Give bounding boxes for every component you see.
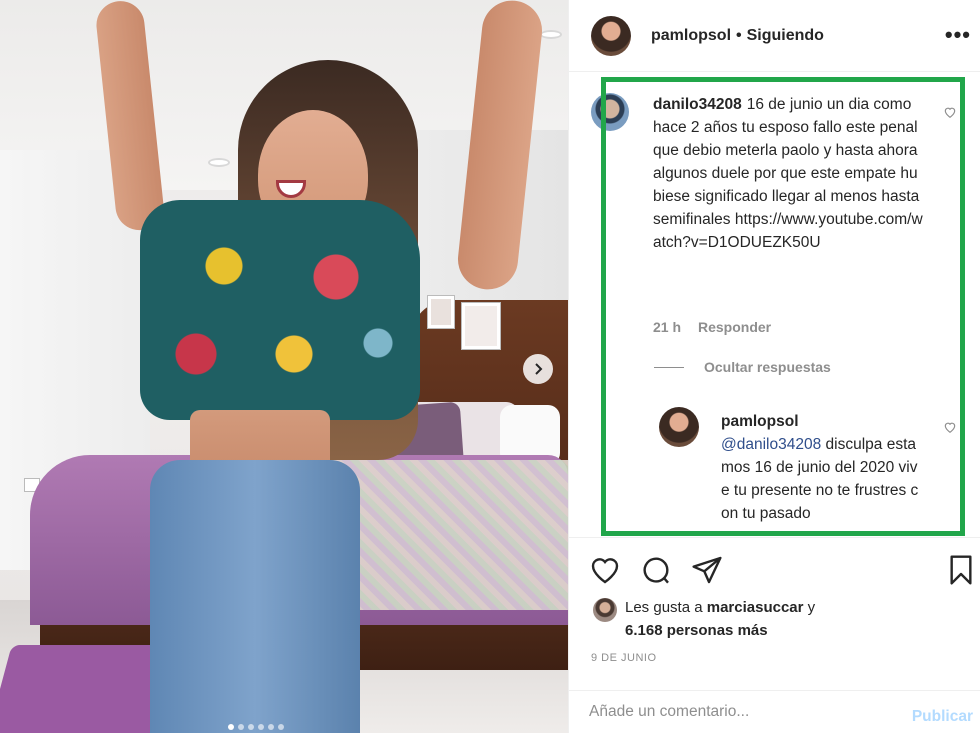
carousel-next-button[interactable]: [523, 354, 553, 384]
likes-connector: y: [807, 599, 816, 616]
header-separator: •: [736, 26, 742, 44]
reply-username[interactable]: pamlopsol: [721, 410, 921, 433]
post-date[interactable]: 9 DE JUNIO: [591, 652, 657, 664]
avatar[interactable]: [591, 15, 631, 56]
photo-frame: [428, 296, 454, 328]
post-side-panel: pamlopsol • Siguiendo ••• danilo34208 16 …: [568, 0, 980, 733]
avatar[interactable]: [591, 93, 629, 131]
comment-timestamp: 21 h: [653, 319, 682, 335]
ceiling-light: [540, 30, 562, 39]
carousel-dot[interactable]: [268, 724, 274, 730]
comment-input[interactable]: [589, 703, 889, 721]
chevron-right-icon: [535, 363, 543, 375]
avatar[interactable]: [593, 598, 617, 622]
add-comment-bar: Publicar: [569, 690, 980, 733]
likes-summary: Les gusta a marciasuccar y 6.168 persona…: [593, 596, 815, 642]
carousel-dot[interactable]: [228, 724, 234, 730]
comment-item: [591, 93, 629, 131]
reply-body: pamlopsol @danilo34208 disculpa estamos …: [721, 410, 926, 525]
avatar[interactable]: [659, 407, 699, 447]
photo-frame: [462, 303, 500, 349]
heart-icon[interactable]: [943, 420, 957, 434]
post-header: pamlopsol • Siguiendo •••: [569, 0, 980, 72]
publish-button[interactable]: Publicar: [912, 708, 973, 726]
post-author-username[interactable]: pamlopsol: [651, 27, 731, 45]
reply-item: [659, 407, 699, 447]
reply-button[interactable]: Responder: [698, 319, 771, 335]
more-horizontal-icon[interactable]: •••: [945, 22, 971, 48]
carousel-dot[interactable]: [238, 724, 244, 730]
carousel-dots: [228, 724, 284, 730]
photo-person-jeans: [150, 460, 360, 733]
photo-person-blouse: [140, 200, 420, 420]
comment-username[interactable]: danilo34208: [653, 96, 742, 113]
ceiling-light: [208, 158, 230, 167]
reply-mention[interactable]: @danilo34208: [721, 436, 821, 453]
carousel-dot[interactable]: [278, 724, 284, 730]
photo-bedsheet-floral: [330, 460, 568, 610]
post-actions: [569, 537, 980, 599]
comment-text: 16 de junio un dia como hace 2 años tu e…: [653, 96, 923, 251]
carousel-dot[interactable]: [258, 724, 264, 730]
heart-icon[interactable]: [943, 105, 957, 119]
likes-text: Les gusta a marciasuccar y 6.168 persona…: [625, 596, 815, 642]
comment-icon[interactable]: [640, 554, 672, 586]
divider: [654, 366, 684, 368]
heart-icon[interactable]: [589, 554, 621, 586]
bookmark-icon[interactable]: [945, 554, 977, 586]
carousel-dot[interactable]: [248, 724, 254, 730]
likes-prefix: Les gusta a: [625, 599, 703, 616]
hide-replies-button[interactable]: Ocultar respuestas: [654, 359, 831, 375]
likes-user-link[interactable]: marciasuccar: [707, 599, 804, 616]
post-photo[interactable]: [0, 0, 568, 733]
follow-status-button[interactable]: Siguiendo: [747, 27, 824, 45]
share-icon[interactable]: [691, 554, 723, 586]
likes-count-link[interactable]: 6.168 personas más: [625, 622, 768, 639]
comments-list: danilo34208 16 de junio un dia como hace …: [569, 73, 980, 537]
comment-body: danilo34208 16 de junio un dia como hace …: [653, 93, 923, 254]
hide-replies-label: Ocultar respuestas: [704, 359, 831, 375]
